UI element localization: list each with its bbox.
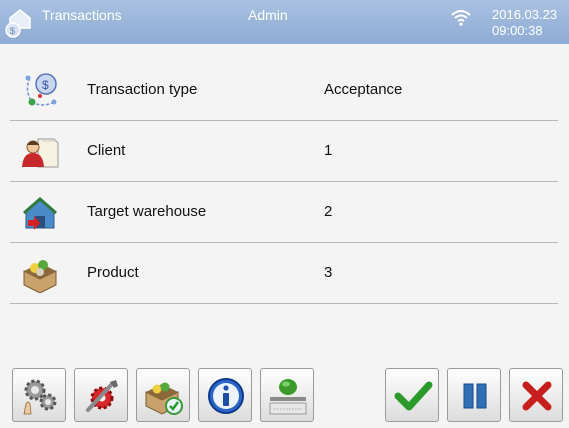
client-icon [22, 138, 59, 168]
pause-icon [463, 383, 487, 409]
row-value: 1 [324, 142, 333, 159]
bottom-toolbar [0, 366, 569, 428]
transaction-list: $ Transaction type Acceptance Client 1 T… [0, 44, 569, 366]
row-value: Acceptance [324, 81, 403, 98]
confirm-icon [394, 381, 433, 411]
row-value: 3 [324, 264, 333, 281]
cancel-button[interactable] [509, 368, 563, 422]
date-time: 2016.03.23 09:00:38 [492, 7, 557, 39]
confirm-button[interactable] [385, 368, 439, 422]
scale-icon [269, 379, 307, 415]
warehouse-icon [23, 197, 57, 230]
product-check-button[interactable] [136, 368, 190, 422]
scale-button[interactable] [260, 368, 314, 422]
user-name: Admin [248, 7, 288, 23]
date: 2016.03.23 [492, 7, 558, 22]
product-icon [23, 260, 57, 293]
tools-button[interactable] [74, 368, 128, 422]
row-value: 2 [324, 203, 333, 220]
pause-button[interactable] [447, 368, 501, 422]
row-label: Transaction type [87, 81, 198, 98]
tools-icon [86, 380, 118, 412]
cancel-icon [522, 381, 552, 411]
row-transaction-type[interactable]: $ Transaction type Acceptance [0, 60, 569, 121]
svg-text:$: $ [42, 78, 49, 92]
product-check-icon [145, 382, 183, 415]
transaction-type-icon: $ [25, 73, 57, 106]
info-button[interactable] [198, 368, 252, 422]
row-target-warehouse[interactable]: Target warehouse 2 [0, 182, 569, 243]
row-client[interactable]: Client 1 [0, 121, 569, 182]
time: 09:00:38 [492, 23, 543, 38]
row-product[interactable]: Product 3 [0, 243, 569, 304]
row-label: Target warehouse [87, 203, 207, 220]
svg-text:$: $ [10, 26, 15, 36]
title-bar: $ Transactions Admin 2016.03.23 09:00:38 [0, 0, 569, 44]
wifi-icon [451, 10, 471, 26]
divider [10, 303, 558, 304]
transactions-app-icon: $ [5, 9, 31, 38]
settings-icon [23, 379, 57, 415]
settings-button[interactable] [12, 368, 66, 422]
row-label: Product [87, 264, 139, 281]
page-title: Transactions [42, 7, 122, 23]
info-icon [208, 378, 244, 414]
row-label: Client [87, 142, 126, 159]
